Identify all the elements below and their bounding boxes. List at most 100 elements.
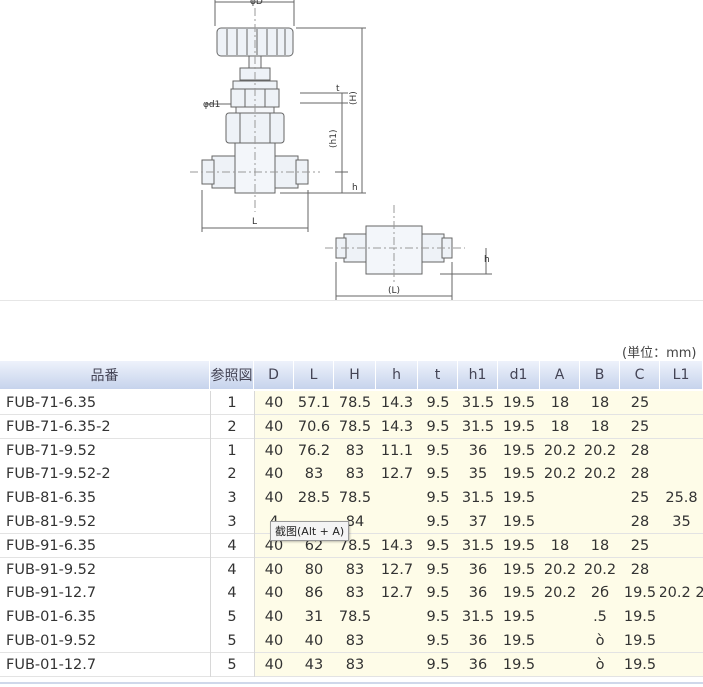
cell-L1: 35: [660, 510, 703, 534]
cell-ref-figure: 2: [210, 414, 254, 439]
cell-L: 80: [294, 557, 334, 582]
cell-d1: 19.5: [498, 414, 540, 439]
cell-C: 19.5: [620, 581, 660, 606]
cell-H: 78.5: [334, 486, 376, 511]
cell-C: 19.5: [620, 652, 660, 677]
cell-h1: 31.5: [458, 486, 498, 511]
cell-h1: 36: [458, 581, 498, 606]
cell-t: 9.5: [418, 629, 458, 653]
cell-t: 9.5: [418, 462, 458, 487]
cell-d1: 19.5: [498, 533, 540, 558]
cell-D: 40: [254, 486, 294, 511]
unit-label: (単位：mm): [622, 346, 697, 361]
cell-ref-figure: 3: [210, 510, 254, 534]
dim-L-right-label: (L): [388, 286, 400, 296]
cell-h1: 35: [458, 462, 498, 487]
cell-part-number: FUB-71-6.35: [0, 391, 210, 415]
cell-t: 9.5: [418, 510, 458, 534]
cell-H: 78.5: [334, 414, 376, 439]
screenshot-tooltip: 截图(Alt + A): [270, 521, 350, 541]
table-row: FUB-81-9.5234849.53719.52835: [0, 510, 703, 534]
table-row: FUB-71-9.52-2 2 40 83 83 12.7 9.5 35 19.5 20.2 20.…: [0, 462, 703, 487]
cell-h: [376, 486, 418, 511]
cell-D: 40: [254, 581, 294, 606]
header-L: L: [294, 361, 334, 389]
cell-h: [376, 605, 418, 630]
cell-h1: 36: [458, 629, 498, 653]
cell-A: [540, 486, 580, 511]
cell-B: 2б: [580, 581, 620, 606]
dim-h-label: h: [352, 183, 358, 193]
cell-A: [540, 605, 580, 630]
cell-A: [540, 652, 580, 677]
cell-L1: [660, 533, 703, 558]
cell-B: 18: [580, 533, 620, 558]
cell-L1: [660, 557, 703, 582]
cell-B: 20.2: [580, 557, 620, 582]
table-row: FUB-81-6.35 3 40 28.5 78.5 9.5 31.5 19.5 25 25.8: [0, 486, 703, 511]
dim-phi-D-label: φD: [250, 0, 263, 7]
cell-B: [580, 510, 620, 534]
cell-D: 40: [254, 438, 294, 463]
cell-ref-figure: 4: [210, 557, 254, 582]
cell-t: 9.5: [418, 605, 458, 630]
table-row: FUB-71-6.35 1 40 57.1 78.5 14.3 9.5 31.5 19.5 18 1…: [0, 391, 703, 415]
cell-H: 83: [334, 581, 376, 606]
cell-H: 83: [334, 629, 376, 653]
cell-ref-figure: 5: [210, 629, 254, 653]
cell-H: 83: [334, 652, 376, 677]
cell-d1: 19.5: [498, 486, 540, 511]
cell-L1: 25.8: [660, 486, 703, 511]
cell-d1: 19.5: [498, 581, 540, 606]
cell-t: 9.5: [418, 533, 458, 558]
cell-B: 20.2: [580, 462, 620, 487]
cell-part-number: FUB-81-9.52: [0, 510, 210, 534]
cell-L1: 20.2 2: [660, 581, 703, 606]
cell-A: 20.2: [540, 438, 580, 463]
cell-A: 18: [540, 391, 580, 415]
cell-d1: 19.5: [498, 462, 540, 487]
dim-h1-label: (h1): [329, 130, 339, 148]
cell-H: 78.5: [334, 605, 376, 630]
cell-C: 28: [620, 557, 660, 582]
cell-t: 9.5: [418, 486, 458, 511]
cell-L: 31: [294, 605, 334, 630]
cell-L1: [660, 605, 703, 630]
cell-d1: 19.5: [498, 629, 540, 653]
header-ref-figure: 参照図: [210, 361, 254, 389]
cell-d1: 19.5: [498, 652, 540, 677]
cell-L: 76.2: [294, 438, 334, 463]
cell-part-number: FUB-81-6.35: [0, 486, 210, 511]
table-row: FUB-71-9.52 1 40 76.2 83 11.1 9.5 36 19.5 20.2 20.…: [0, 438, 703, 463]
table-bottom-border: [0, 682, 703, 684]
cell-A: 18: [540, 533, 580, 558]
cell-d1: 19.5: [498, 391, 540, 415]
cell-C: 28: [620, 438, 660, 463]
cell-h1: 36: [458, 652, 498, 677]
cell-D: 40: [254, 462, 294, 487]
column-divider: [254, 391, 255, 677]
cell-h: 14.3: [376, 533, 418, 558]
cell-h1: 36: [458, 438, 498, 463]
cell-D: 40: [254, 605, 294, 630]
dim-phi-d1-label: φd1: [203, 100, 220, 110]
cell-A: 20.2: [540, 581, 580, 606]
cell-d1: 19.5: [498, 557, 540, 582]
cell-t: 9.5: [418, 414, 458, 439]
cell-H: 83: [334, 557, 376, 582]
table-row: FUB-91-6.35 4 40 62 78.5 14.3 9.5 31.5 19.5 18 18 2…: [0, 533, 703, 558]
cell-ref-figure: 1: [210, 438, 254, 463]
column-divider: [210, 391, 211, 677]
cell-D: 40: [254, 414, 294, 439]
cell-t: 9.5: [418, 557, 458, 582]
cell-h1: 31.5: [458, 391, 498, 415]
cell-L: 40: [294, 629, 334, 653]
cell-t: 9.5: [418, 438, 458, 463]
cell-h1: 31.5: [458, 414, 498, 439]
cell-L: 28.5: [294, 486, 334, 511]
cell-t: 9.5: [418, 581, 458, 606]
cell-A: 18: [540, 414, 580, 439]
cell-B: 18: [580, 391, 620, 415]
dim-H-label: (H): [349, 91, 359, 105]
cell-H: 83: [334, 462, 376, 487]
